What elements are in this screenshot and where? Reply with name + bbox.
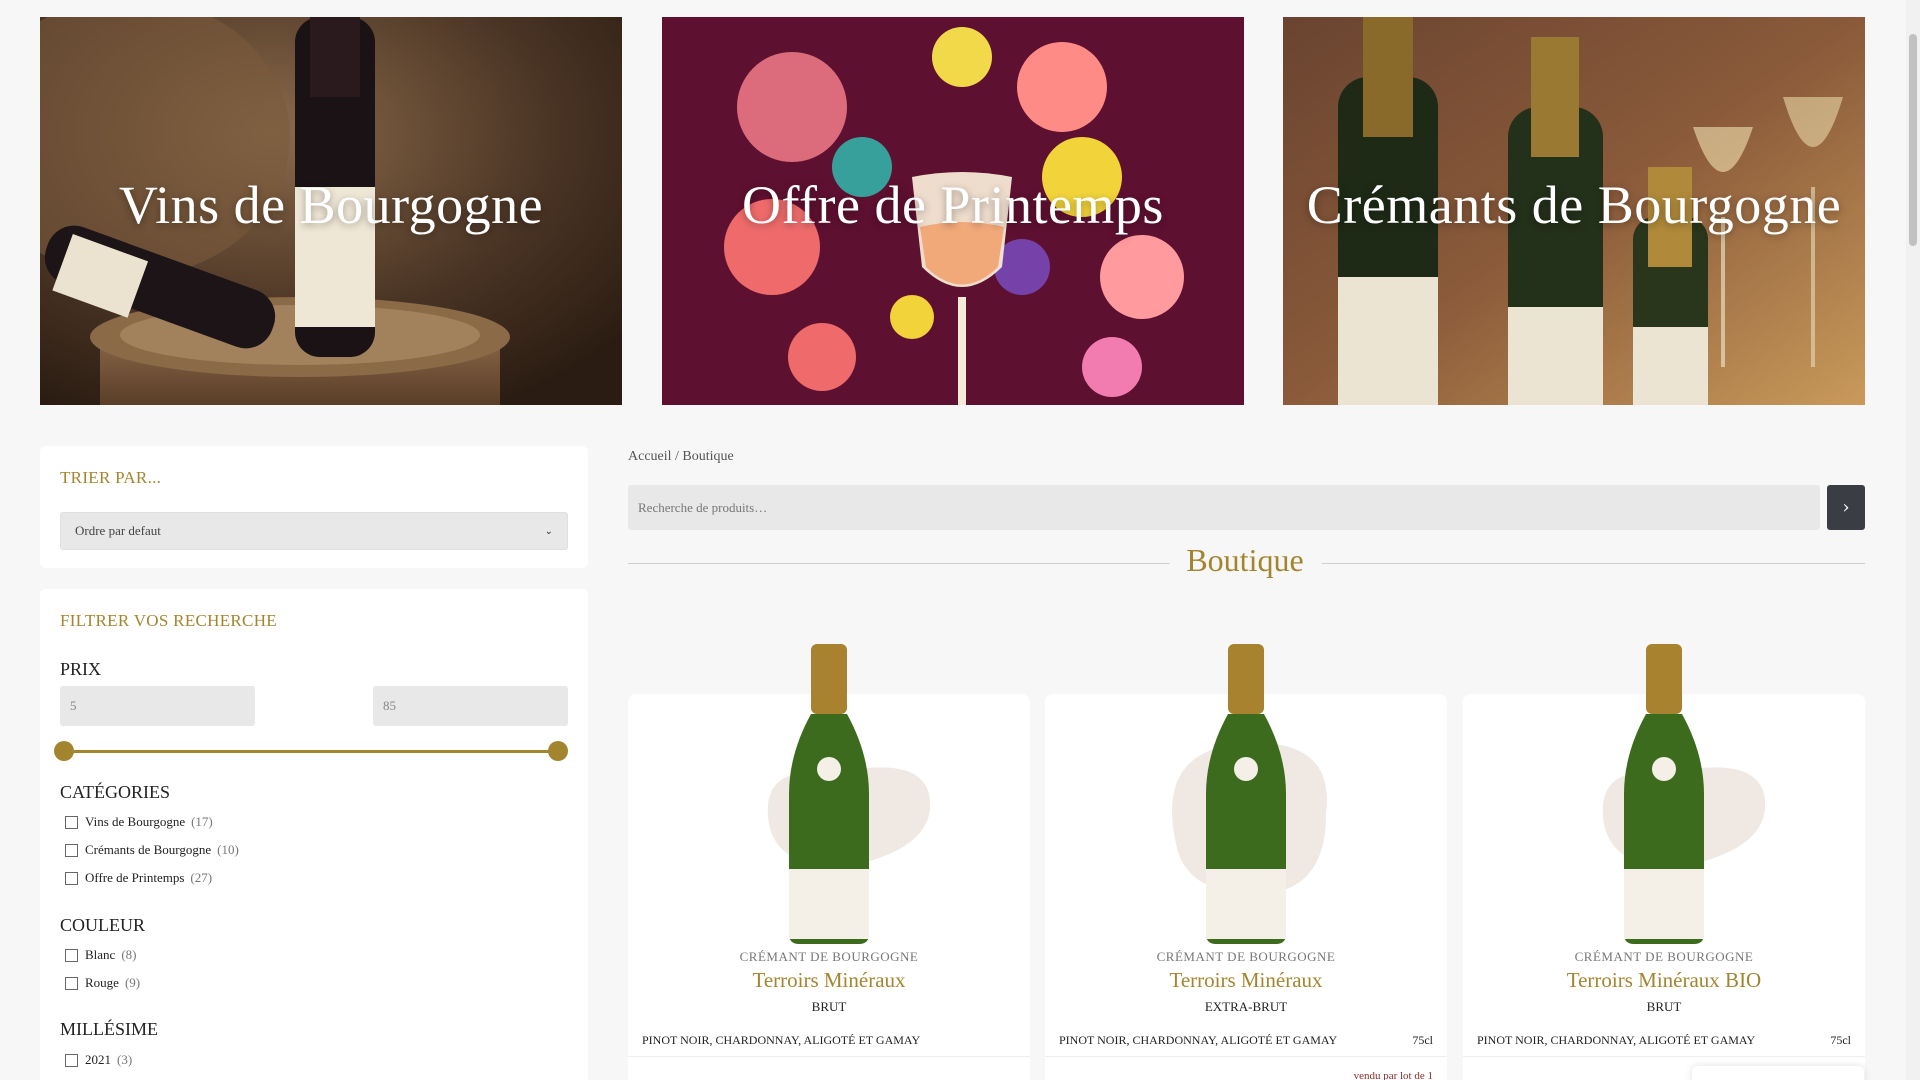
product-image	[767, 644, 931, 944]
chevron-down-icon: ⌄	[544, 525, 553, 537]
filter-option-label: Offre de Printemps	[85, 870, 185, 885]
page-title: Boutique	[1186, 542, 1304, 578]
filter-option-count: (8)	[121, 947, 137, 962]
search-submit-button[interactable]: ›	[1827, 485, 1865, 530]
vintage-label: MILLÉSIME	[60, 1019, 158, 1039]
sort-select-value: Ordre par defaut	[75, 523, 161, 538]
filter-option-label: Crémants de Bourgogne	[85, 842, 212, 857]
filter-option-count: (9)	[124, 975, 141, 990]
sort-card: TRIER PAR... Ordre par defaut ⌄	[40, 446, 588, 568]
filter-card: FILTRER VOS RECHERCHE PRIX 5 85 CATÉGORI…	[40, 589, 588, 1080]
product-image	[1602, 644, 1766, 944]
checkbox[interactable]	[65, 1053, 78, 1067]
product-category: CRÉMANT DE BOURGOGNE	[739, 949, 919, 964]
banner-vins-de-bourgogne[interactable]: Vins de Bourgogne	[40, 17, 622, 405]
filter-category-offre-de-printemps[interactable]: Offre de Printemps (27)	[65, 870, 212, 886]
banner-cremants-de-bourgogne[interactable]: Crémants de Bourgogne	[1283, 17, 1865, 405]
filter-option-label: Rouge	[85, 975, 119, 990]
price-max-input[interactable]: 85	[373, 686, 568, 726]
product-card[interactable]: CRÉMANT DE BOURGOGNE Terroirs Minéraux B…	[628, 644, 1030, 1080]
checkbox[interactable]	[65, 871, 78, 885]
category-banners: Vins de Bourgogne Offre de Printemps Cré…	[40, 17, 1865, 405]
price-slider-min-handle[interactable]	[54, 741, 74, 761]
filter-option-label: Vins de Bourgogne	[85, 814, 186, 829]
filter-colour-rouge[interactable]: Rouge (9)	[65, 975, 140, 991]
breadcrumb: Accueil / Boutique	[628, 449, 734, 465]
product-name[interactable]: Terroirs Minéraux BIO	[1463, 968, 1865, 993]
checkbox[interactable]	[65, 976, 78, 990]
filter-category-cremants-de-bourgogne[interactable]: Crémants de Bourgogne (10)	[65, 842, 239, 858]
product-volume: 75cl	[1830, 1033, 1851, 1047]
product-type: BRUT	[1646, 999, 1682, 1014]
banner-offre-de-printemps[interactable]: Offre de Printemps	[662, 17, 1244, 405]
product-name[interactable]: Terroirs Minéraux	[1045, 968, 1447, 993]
filter-category-vins-de-bourgogne[interactable]: Vins de Bourgogne (17)	[65, 814, 213, 830]
floating-widget[interactable]	[1692, 1066, 1864, 1080]
title-divider-left	[628, 563, 1170, 564]
banner-title: Vins de Bourgogne	[118, 175, 544, 235]
filter-colour-blanc[interactable]: Blanc (8)	[65, 947, 137, 963]
product-card[interactable]: CRÉMANT DE BOURGOGNE Terroirs Minéraux B…	[1463, 644, 1865, 1080]
product-category: CRÉMANT DE BOURGOGNE	[1574, 949, 1754, 964]
filter-option-count: (3)	[117, 1052, 133, 1067]
product-image	[1172, 644, 1327, 944]
price-label: PRIX	[60, 659, 102, 679]
product-card[interactable]: CRÉMANT DE BOURGOGNE Terroirs Minéraux E…	[1045, 644, 1447, 1080]
filter-option-label: Blanc	[85, 947, 116, 962]
product-divider	[1045, 1056, 1447, 1057]
checkbox[interactable]	[65, 843, 78, 857]
price-slider-track	[64, 750, 566, 753]
categories-label: CATÉGORIES	[60, 782, 171, 802]
product-type: EXTRA-BRUT	[1204, 999, 1288, 1014]
filter-option-count: (10)	[217, 842, 239, 857]
product-search-input[interactable]: Recherche de produits…	[628, 485, 1820, 530]
product-grapes: PINOT NOIR, CHARDONNAY, ALIGOTÉ ET GAMAY	[1477, 1033, 1756, 1047]
breadcrumb-home-link[interactable]: Accueil	[628, 449, 672, 464]
filter-heading: FILTRER VOS RECHERCHE	[60, 611, 277, 630]
sort-heading: TRIER PAR...	[60, 468, 162, 487]
product-category: CRÉMANT DE BOURGOGNE	[1156, 949, 1336, 964]
product-type: BRUT	[811, 999, 847, 1014]
product-volume: 75cl	[1412, 1033, 1433, 1047]
breadcrumb-current: Boutique	[682, 449, 734, 464]
product-divider	[628, 1056, 1030, 1057]
breadcrumb-separator: /	[675, 449, 679, 464]
price-slider-max-handle[interactable]	[548, 741, 568, 761]
page-scrollbar[interactable]	[1906, 0, 1920, 1080]
price-min-input[interactable]: 5	[60, 686, 255, 726]
product-grapes: PINOT NOIR, CHARDONNAY, ALIGOTÉ ET GAMAY	[642, 1033, 921, 1047]
product-divider	[1463, 1056, 1865, 1057]
product-lot: vendu par lot de 1	[1353, 1070, 1433, 1080]
checkbox[interactable]	[65, 815, 78, 829]
filter-vintage-2021[interactable]: 2021 (3)	[65, 1052, 132, 1068]
colour-label: COULEUR	[60, 915, 145, 935]
checkbox[interactable]	[65, 948, 78, 962]
sort-select[interactable]: Ordre par defaut ⌄	[60, 512, 568, 550]
filter-option-count: (27)	[190, 870, 213, 885]
banner-title: Crémants de Bourgogne	[1306, 175, 1842, 235]
banner-title: Offre de Printemps	[742, 175, 1164, 235]
filter-option-label: 2021	[85, 1052, 111, 1067]
chevron-right-icon: ›	[1842, 497, 1850, 518]
title-divider-right	[1322, 563, 1865, 564]
product-name[interactable]: Terroirs Minéraux	[628, 968, 1030, 993]
scrollbar-thumb[interactable]	[1909, 34, 1917, 246]
product-grapes: PINOT NOIR, CHARDONNAY, ALIGOTÉ ET GAMAY	[1059, 1033, 1338, 1047]
filter-option-count: (17)	[191, 814, 213, 829]
